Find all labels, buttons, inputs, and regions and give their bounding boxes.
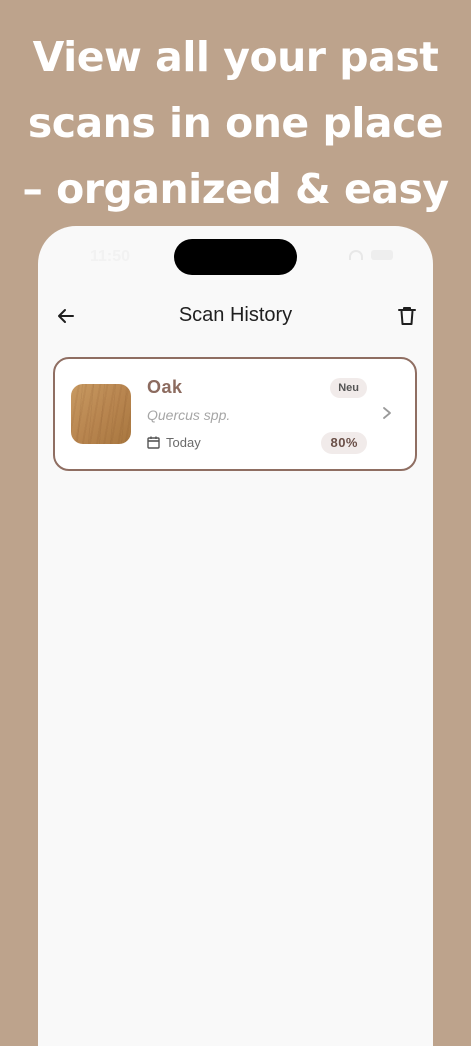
scan-date-row: Today — [147, 435, 201, 450]
phone-screen: 11:50 Scan History Oak Quercus spp. Toda… — [38, 226, 433, 1046]
battery-icon — [371, 250, 393, 260]
delete-history-button[interactable] — [393, 302, 421, 330]
scan-species: Quercus spp. — [147, 407, 231, 423]
scan-card[interactable]: Oak Quercus spp. Today Neu 80% — [53, 357, 417, 471]
navbar: Scan History — [38, 296, 433, 336]
scan-date: Today — [166, 435, 201, 450]
dynamic-island — [174, 239, 297, 275]
calendar-icon — [147, 436, 160, 449]
headline: View all your past scans in one place – … — [0, 24, 471, 222]
status-icons — [349, 250, 393, 260]
headline-line-2: scans in one place — [27, 99, 444, 147]
page-title: Scan History — [178, 304, 293, 326]
chevron-right-icon — [383, 407, 391, 419]
headline-line-3: – organized & easy — [22, 165, 449, 213]
status-time: 11:50 — [90, 248, 131, 265]
wood-thumbnail — [71, 384, 131, 444]
new-badge: Neu — [330, 378, 367, 398]
confidence-badge: 80% — [321, 432, 367, 454]
headline-line-1: View all your past — [32, 33, 439, 81]
wifi-icon — [349, 250, 363, 260]
scan-name: Oak — [147, 377, 183, 397]
trash-icon — [398, 307, 416, 325]
